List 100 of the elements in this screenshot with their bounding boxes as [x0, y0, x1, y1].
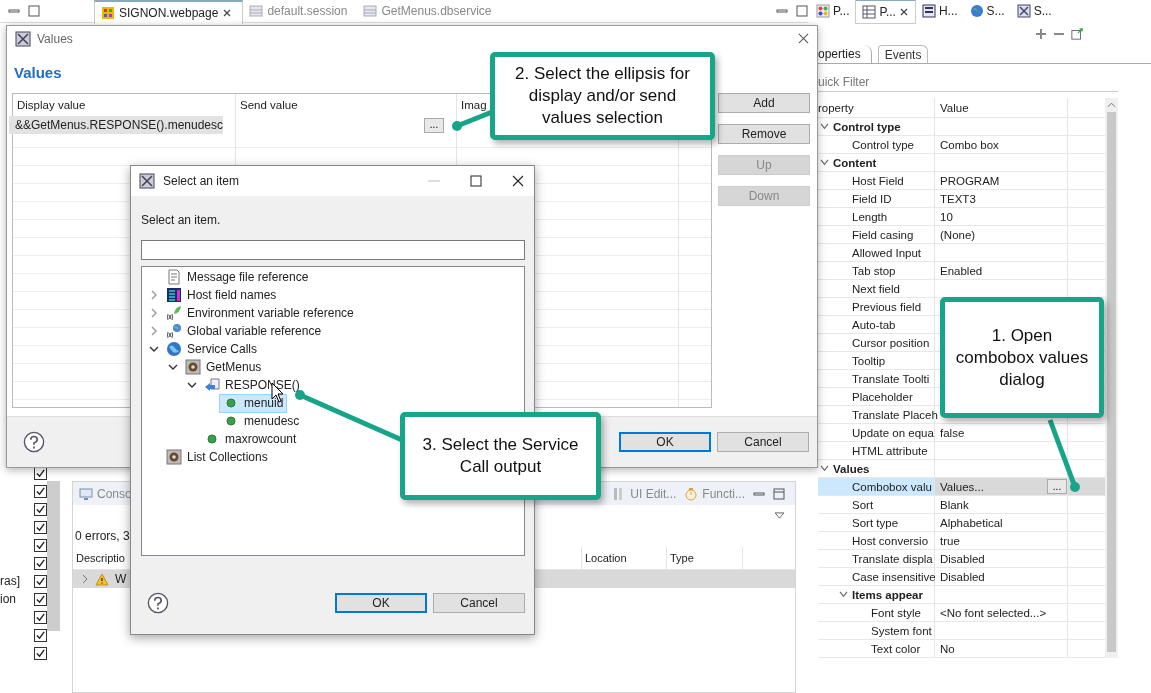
- ok-button[interactable]: OK: [619, 432, 711, 452]
- tree-item[interactable]: Service Calls: [162, 339, 262, 359]
- dialog-button[interactable]: Remove: [718, 124, 810, 144]
- callout: 3. Select the Service Call output: [400, 412, 601, 500]
- property-value: Values...: [940, 480, 984, 493]
- chevron-right-icon[interactable]: [149, 326, 159, 336]
- variable-globe-icon: [166, 323, 182, 339]
- editor-tab[interactable]: GetMenus.dbservice: [357, 0, 502, 22]
- tree-item[interactable]: RESPONSE(): [200, 375, 304, 395]
- checkbox[interactable]: [34, 502, 47, 516]
- dialog-heading: Values: [14, 63, 62, 81]
- checkbox[interactable]: [34, 592, 47, 606]
- ellipsis-button[interactable]: ...: [1047, 479, 1067, 494]
- property-name[interactable]: System font: [818, 622, 935, 639]
- property-name[interactable]: Host conversio: [818, 532, 935, 549]
- chevron-down-icon[interactable]: [820, 465, 829, 472]
- close-icon[interactable]: [512, 175, 524, 187]
- properties-tab[interactable]: Events: [877, 45, 929, 63]
- property-name[interactable]: Text color: [818, 640, 935, 657]
- checkbox[interactable]: [34, 520, 47, 534]
- checkbox[interactable]: [34, 484, 47, 498]
- dropdown-icon[interactable]: [774, 511, 785, 519]
- tree-item[interactable]: menudesc: [219, 411, 304, 431]
- property-name[interactable]: Items appear: [818, 586, 935, 603]
- tree-item[interactable]: List Collections: [162, 447, 272, 467]
- callout: 2. Select the ellipsis for display and/or send values selection: [490, 52, 715, 140]
- chevron-right-icon[interactable]: [81, 574, 89, 584]
- help-icon[interactable]: [147, 592, 169, 614]
- ellipsis-button[interactable]: ...: [424, 117, 444, 133]
- chevron-down-icon[interactable]: [168, 362, 178, 372]
- gear-icon: [185, 359, 201, 375]
- warning-icon: [95, 572, 109, 586]
- view-tab[interactable]: H...: [915, 0, 964, 22]
- view-tab[interactable]: P...: [810, 0, 856, 22]
- ok-button[interactable]: OK: [335, 593, 427, 613]
- view-tab[interactable]: P...: [855, 0, 916, 24]
- stopwatch-icon: [684, 486, 699, 501]
- close-icon[interactable]: [898, 6, 909, 17]
- tree-item[interactable]: menuid: [219, 393, 288, 413]
- checkbox[interactable]: [34, 538, 47, 552]
- property-name[interactable]: Font style: [818, 604, 935, 621]
- tree-item[interactable]: maxrowcount: [200, 429, 301, 449]
- chevron-down-icon[interactable]: [149, 344, 159, 354]
- property-name[interactable]: Sort: [818, 496, 935, 513]
- chevron-right-icon[interactable]: [149, 290, 159, 300]
- property-name[interactable]: Translate displa: [818, 550, 935, 567]
- property-value: <No font selected...>: [940, 606, 1047, 619]
- maximize-icon[interactable]: [470, 175, 482, 187]
- chevron-down-icon[interactable]: [820, 159, 829, 166]
- monitor-icon: [79, 486, 93, 501]
- property-name[interactable]: Combobox valu: [818, 478, 935, 495]
- maximize-icon[interactable]: [773, 487, 785, 500]
- maximize-icon[interactable]: [796, 5, 808, 17]
- property-value: Combo box: [940, 138, 999, 151]
- gear-icon: [166, 449, 182, 465]
- property-value: TEXT3: [940, 192, 976, 205]
- page-icon: [101, 6, 115, 20]
- window-icon[interactable]: [1071, 27, 1083, 40]
- close-icon[interactable]: [222, 8, 233, 18]
- table-cell[interactable]: &&GetMenus.RESPONSE().menudesc: [8, 116, 223, 134]
- column-header: Display value: [17, 99, 86, 111]
- chevron-right-icon[interactable]: [149, 308, 159, 318]
- maximize-icon[interactable]: [28, 5, 40, 17]
- column-header: Descriptio: [76, 552, 125, 564]
- property-value: Disabled: [940, 552, 985, 565]
- help-icon[interactable]: [23, 431, 45, 453]
- tree-item[interactable]: Host field names: [162, 285, 281, 305]
- property-value: false: [940, 426, 965, 439]
- window-title: Select an item: [163, 174, 240, 188]
- column-header: Send value: [240, 99, 298, 111]
- checkbox[interactable]: [34, 628, 47, 642]
- scrollbar[interactable]: [1105, 98, 1118, 658]
- property-value: (None): [940, 228, 976, 241]
- tree-item[interactable]: Global variable reference: [162, 321, 326, 341]
- editor-tab[interactable]: default.session: [243, 0, 358, 22]
- checkbox[interactable]: [34, 646, 47, 660]
- tree-item[interactable]: GetMenus: [181, 357, 266, 377]
- close-icon[interactable]: [798, 33, 809, 44]
- cancel-button[interactable]: Cancel: [717, 432, 809, 452]
- checkbox[interactable]: [34, 556, 47, 570]
- tree-item[interactable]: Environment variable reference: [162, 303, 358, 323]
- checkbox[interactable]: [34, 574, 47, 588]
- chevron-down-icon[interactable]: [187, 380, 197, 390]
- cancel-button[interactable]: Cancel: [433, 593, 525, 613]
- dialog-button[interactable]: Add: [718, 93, 810, 113]
- callout: 1. Open combobox values dialog: [940, 297, 1104, 418]
- editor-tab[interactable]: SIGNON.webpage: [94, 0, 244, 24]
- row-label: ion: [0, 592, 16, 606]
- checkbox[interactable]: [34, 610, 47, 624]
- list-icon: [166, 287, 182, 303]
- property-name[interactable]: Case insensitive: [818, 568, 935, 585]
- tree-item[interactable]: Message file reference: [162, 267, 313, 287]
- view-tab[interactable]: S...: [963, 0, 1011, 22]
- plus-icon[interactable]: [1035, 27, 1047, 40]
- search-field[interactable]: [141, 240, 525, 260]
- view-tab[interactable]: S...: [1010, 0, 1058, 22]
- scrollbar[interactable]: [47, 481, 60, 631]
- property-name[interactable]: Sort type: [818, 514, 935, 531]
- chevron-down-icon[interactable]: [820, 123, 829, 130]
- window-title: Values: [37, 31, 73, 46]
